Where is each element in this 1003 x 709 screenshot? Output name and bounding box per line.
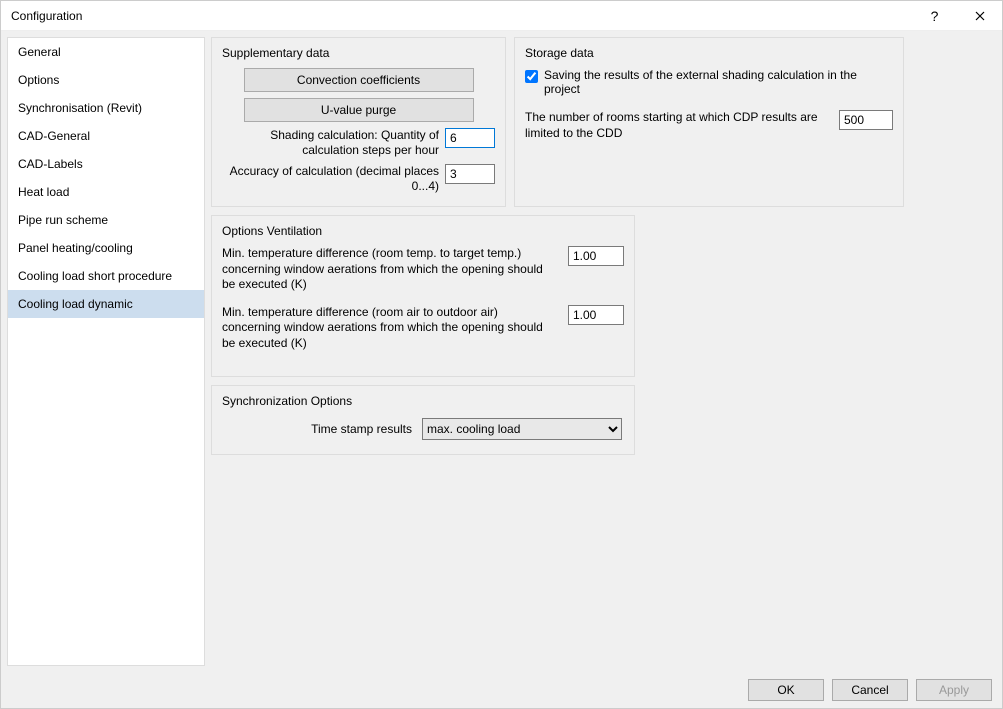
group-storage: Storage data Saving the results of the e… — [514, 37, 904, 207]
sidebar-item-sync-revit[interactable]: Synchronisation (Revit) — [8, 94, 204, 122]
sidebar-item-cooling-short[interactable]: Cooling load short procedure — [8, 262, 204, 290]
help-button[interactable]: ? — [912, 1, 957, 31]
sidebar-item-panel-heating[interactable]: Panel heating/cooling — [8, 234, 204, 262]
main-panel: Supplementary data Convection coefficien… — [211, 37, 996, 666]
top-row: Supplementary data Convection coefficien… — [211, 37, 996, 207]
close-icon — [975, 11, 985, 21]
convection-button[interactable]: Convection coefficients — [244, 68, 474, 92]
sidebar-item-label: Cooling load short procedure — [18, 269, 172, 283]
sidebar-item-options[interactable]: Options — [8, 66, 204, 94]
timestamp-select[interactable]: max. cooling load — [422, 418, 622, 440]
close-button[interactable] — [957, 1, 1002, 31]
group-ventilation: Options Ventilation Min. temperature dif… — [211, 215, 635, 377]
sidebar-item-heat-load[interactable]: Heat load — [8, 178, 204, 206]
uvalue-purge-button[interactable]: U-value purge — [244, 98, 474, 122]
config-dialog: Configuration ? General Options Synchron… — [0, 0, 1003, 709]
sidebar-item-cad-general[interactable]: CAD-General — [8, 122, 204, 150]
sidebar-item-label: CAD-Labels — [18, 157, 83, 171]
sidebar-item-pipe-run[interactable]: Pipe run scheme — [8, 206, 204, 234]
titlebar: Configuration ? — [1, 1, 1002, 31]
sidebar-item-label: CAD-General — [18, 129, 90, 143]
label-timestamp: Time stamp results — [222, 422, 412, 436]
sidebar-item-label: Pipe run scheme — [18, 213, 108, 227]
label-rooms-limit: The number of rooms starting at which CD… — [525, 110, 829, 141]
group-supplementary: Supplementary data Convection coefficien… — [211, 37, 506, 207]
sidebar-item-label: Options — [18, 73, 59, 87]
sidebar-item-label: Cooling load dynamic — [18, 297, 133, 311]
label-accuracy: Accuracy of calculation (decimal places … — [222, 164, 439, 194]
sidebar-item-label: General — [18, 45, 61, 59]
sidebar: General Options Synchronisation (Revit) … — [7, 37, 205, 666]
shading-quantity-input[interactable] — [445, 128, 495, 148]
group-sync-options: Synchronization Options Time stamp resul… — [211, 385, 635, 455]
storage-save-checkbox[interactable] — [525, 70, 538, 83]
sidebar-item-cad-labels[interactable]: CAD-Labels — [8, 150, 204, 178]
apply-button[interactable]: Apply — [916, 679, 992, 701]
footer: OK Cancel Apply — [1, 672, 1002, 708]
window-title: Configuration — [11, 9, 912, 23]
label-min-temp-diff-1: Min. temperature difference (room temp. … — [222, 246, 558, 293]
sidebar-item-cooling-dynamic[interactable]: Cooling load dynamic — [8, 290, 204, 318]
rooms-limit-input[interactable] — [839, 110, 893, 130]
cancel-button[interactable]: Cancel — [832, 679, 908, 701]
min-temp-diff-2-input[interactable] — [568, 305, 624, 325]
group-title: Supplementary data — [222, 42, 495, 68]
group-title: Options Ventilation — [222, 220, 624, 246]
sidebar-item-label: Synchronisation (Revit) — [18, 101, 142, 115]
ok-button[interactable]: OK — [748, 679, 824, 701]
sidebar-item-general[interactable]: General — [8, 38, 204, 66]
group-title: Storage data — [525, 42, 893, 68]
group-title: Synchronization Options — [222, 390, 624, 416]
min-temp-diff-1-input[interactable] — [568, 246, 624, 266]
label-shading-quantity: Shading calculation: Quantity of calcula… — [222, 128, 439, 158]
label-min-temp-diff-2: Min. temperature difference (room air to… — [222, 305, 558, 352]
sidebar-item-label: Heat load — [18, 185, 69, 199]
accuracy-input[interactable] — [445, 164, 495, 184]
content-area: General Options Synchronisation (Revit) … — [1, 31, 1002, 672]
storage-save-label: Saving the results of the external shadi… — [544, 68, 893, 96]
sidebar-item-label: Panel heating/cooling — [18, 241, 133, 255]
